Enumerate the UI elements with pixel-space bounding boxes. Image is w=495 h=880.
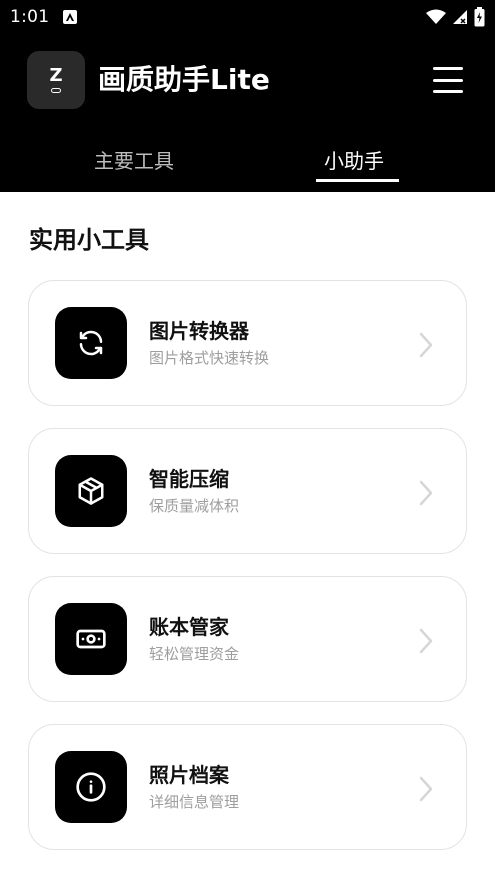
card-title: 智能压缩 — [149, 467, 229, 491]
status-bar: 1:01 — [0, 0, 495, 34]
card-title: 账本管家 — [149, 615, 229, 639]
app-header: Z 画质助手Lite 主要工具 小助手 — [0, 34, 495, 192]
app-logo: Z — [27, 51, 85, 109]
logo-pill-icon — [51, 88, 61, 93]
active-tab-indicator — [316, 179, 399, 182]
tool-card-photo-archive[interactable]: 照片档案 详细信息管理 — [28, 724, 467, 850]
card-subtitle: 保质量减体积 — [149, 497, 240, 515]
card-title: 图片转换器 — [149, 319, 249, 343]
status-time: 1:01 — [10, 7, 50, 27]
chevron-right-icon — [419, 776, 433, 802]
a-icon — [63, 10, 78, 24]
card-title: 照片档案 — [149, 763, 229, 787]
tab-bar: 主要工具 小助手 — [0, 138, 495, 192]
tool-card-image-converter[interactable]: 图片转换器 图片格式快速转换 — [28, 280, 467, 406]
chevron-right-icon — [419, 628, 433, 654]
banknote-icon — [55, 603, 127, 675]
chevron-right-icon — [419, 332, 433, 358]
hamburger-menu-icon[interactable] — [433, 67, 463, 93]
battery-charging-icon — [474, 7, 485, 27]
chevron-right-icon — [419, 480, 433, 506]
logo-letter: Z — [49, 65, 63, 86]
tab-main-tools[interactable]: 主要工具 — [94, 146, 174, 176]
box-icon — [55, 455, 127, 527]
card-subtitle: 详细信息管理 — [149, 793, 240, 811]
refresh-icon — [55, 307, 127, 379]
wifi-icon — [426, 9, 446, 24]
main-content: 实用小工具 图片转换器 图片格式快速转换 智能压缩 保质量减体积 账本管家 轻松… — [0, 192, 495, 880]
section-title: 实用小工具 — [29, 226, 149, 254]
card-subtitle: 图片格式快速转换 — [149, 349, 270, 367]
card-subtitle: 轻松管理资金 — [149, 645, 240, 663]
tool-card-smart-compress[interactable]: 智能压缩 保质量减体积 — [28, 428, 467, 554]
tool-card-ledger[interactable]: 账本管家 轻松管理资金 — [28, 576, 467, 702]
info-icon — [55, 751, 127, 823]
tab-helper[interactable]: 小助手 — [324, 146, 384, 176]
signal-icon — [453, 10, 467, 24]
status-icons — [426, 7, 485, 27]
app-title: 画质助手Lite — [98, 63, 270, 96]
